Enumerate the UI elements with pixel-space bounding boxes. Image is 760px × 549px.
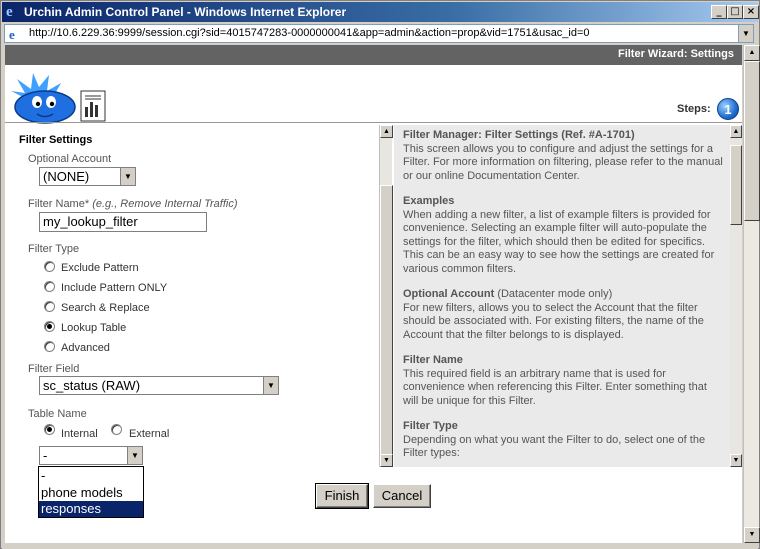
optional-account-label: Optional Account [28, 153, 112, 165]
help-scrollbar[interactable]: ▲ ▼ [730, 125, 742, 467]
chevron-down-icon: ▼ [127, 447, 142, 464]
table-name-dropdown-list[interactable]: - phone models responses [38, 466, 144, 518]
radio-advanced[interactable] [44, 341, 55, 352]
wizard-title: Filter Wizard: Settings [617, 48, 734, 60]
minimize-button[interactable]: _ [711, 5, 727, 19]
scroll-up-button[interactable]: ▲ [380, 125, 393, 138]
filter-field-label: Filter Field [28, 363, 80, 375]
chevron-down-icon: ▼ [263, 377, 278, 394]
scroll-up-button[interactable]: ▲ [744, 45, 760, 61]
url-text: http://10.6.229.36:9999/session.cgi?sid=… [29, 27, 590, 39]
filter-name-label: Filter Name* (e.g., Remove Internal Traf… [28, 198, 238, 210]
optional-account-select[interactable]: (NONE) ▼ [39, 167, 136, 186]
maximize-button[interactable]: □ [727, 5, 743, 19]
radio-internal[interactable] [44, 424, 55, 435]
radio-include-pattern[interactable] [44, 281, 55, 292]
radio-label-advanced: Advanced [61, 342, 110, 354]
urchin-logo [11, 73, 106, 124]
form-scrollbar[interactable]: ▲ ▼ [379, 125, 393, 467]
radio-label-exclude-pattern: Exclude Pattern [61, 262, 139, 274]
radio-label-lookup-table: Lookup Table [61, 322, 127, 334]
scroll-thumb[interactable] [744, 61, 760, 221]
help-section: Filter Type Depending on what you want t… [403, 420, 706, 459]
page-content: Filter Wizard: Settings Steps: 1 Filter … [5, 45, 742, 543]
dropdown-option-highlighted[interactable]: responses [39, 501, 143, 517]
dropdown-option[interactable]: - [39, 468, 143, 484]
optional-account-value: (NONE) [43, 169, 90, 184]
table-name-select[interactable]: - ▼ [39, 446, 143, 465]
help-section: Filter Manager: Filter Settings (Ref. #A… [403, 129, 723, 182]
radio-external[interactable] [111, 424, 122, 435]
filter-settings-form: Filter Settings Optional Account (NONE) … [13, 125, 380, 467]
window-title: Urchin Admin Control Panel - Windows Int… [24, 5, 347, 19]
help-text: Filter Manager: Filter Settings (Ref. #A… [403, 129, 723, 467]
report-icon [80, 90, 106, 122]
table-name-value: - [43, 448, 48, 463]
filter-name-input[interactable]: my_lookup_filter [39, 212, 207, 232]
scroll-down-button[interactable]: ▼ [380, 454, 393, 467]
radio-label-include-pattern: Include Pattern ONLY [61, 282, 168, 294]
radio-lookup-table[interactable] [44, 321, 55, 332]
help-panel: Filter Manager: Filter Settings (Ref. #A… [394, 125, 730, 467]
steps-label: Steps: [677, 103, 711, 115]
url-field[interactable]: e http://10.6.229.36:9999/session.cgi?si… [4, 24, 754, 43]
radio-exclude-pattern[interactable] [44, 261, 55, 272]
filter-type-label: Filter Type [28, 243, 80, 255]
radio-search-replace[interactable] [44, 301, 55, 312]
scroll-down-button[interactable]: ▼ [730, 454, 742, 467]
title-bar: e Urchin Admin Control Panel - Windows I… [2, 2, 759, 22]
radio-label-internal: Internal [61, 428, 98, 440]
table-name-label: Table Name [28, 408, 87, 420]
filter-field-select[interactable]: sc_status (RAW) ▼ [39, 376, 279, 395]
help-section: Examples When adding a new filter, a lis… [403, 195, 715, 275]
help-section: Filter Name This required field is an ar… [403, 354, 707, 407]
step-indicator: 1 [717, 98, 739, 120]
radio-label-external: External [129, 428, 170, 440]
header-band: Filter Wizard: Settings [5, 45, 742, 65]
ie-logo-icon: e [6, 4, 13, 20]
section-title: Filter Settings [19, 134, 93, 146]
scroll-up-button[interactable]: ▲ [730, 125, 742, 138]
close-button[interactable]: × [743, 5, 759, 19]
browser-window: e Urchin Admin Control Panel - Windows I… [0, 0, 760, 549]
radio-label-search-replace: Search & Replace [61, 302, 150, 314]
finish-button[interactable]: Finish [315, 483, 369, 509]
divider [5, 122, 742, 123]
cancel-button[interactable]: Cancel [373, 484, 431, 508]
scroll-thumb[interactable] [380, 185, 393, 455]
status-bar [2, 543, 758, 549]
window-scrollbar[interactable]: ▲ ▼ [743, 45, 760, 543]
address-bar: e http://10.6.229.36:9999/session.cgi?si… [2, 23, 758, 44]
scroll-thumb[interactable] [730, 145, 742, 225]
url-dropdown-button[interactable]: ▼ [738, 25, 753, 42]
page-icon: e [9, 27, 15, 42]
dropdown-option[interactable]: phone models [39, 485, 143, 501]
scroll-down-button[interactable]: ▼ [744, 527, 760, 543]
help-section: Optional Account (Datacenter mode only) … [403, 288, 704, 341]
chevron-down-icon: ▼ [120, 168, 135, 185]
filter-field-value: sc_status (RAW) [43, 378, 141, 393]
